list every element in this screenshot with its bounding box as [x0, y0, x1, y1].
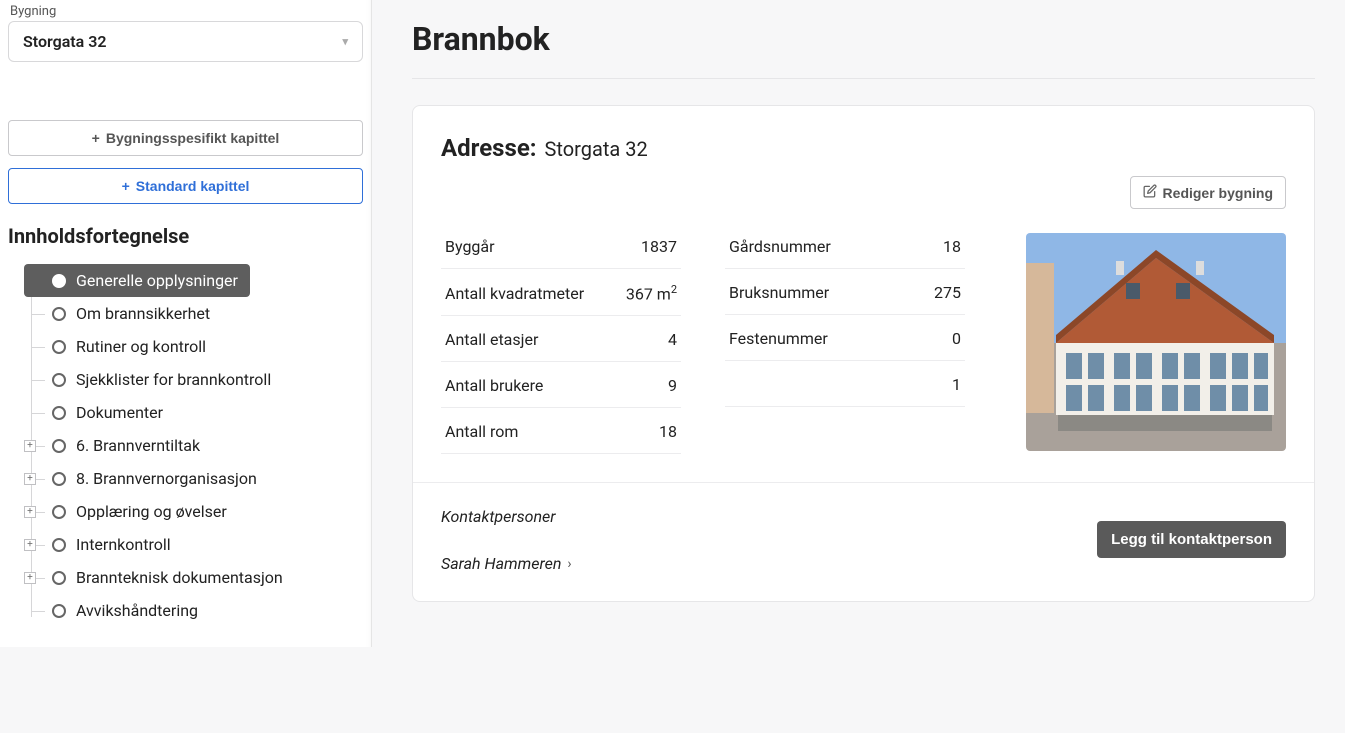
- property-value: 0: [952, 329, 961, 348]
- expand-icon[interactable]: +: [24, 506, 36, 518]
- toc-tree: Generelle opplysninger Om brannsikkerhet R…: [8, 264, 363, 627]
- property-row: Gårdsnummer 18: [725, 233, 965, 269]
- property-key: Festenummer: [729, 329, 828, 348]
- toc-item[interactable]: + Brannteknisk dokumentasjon: [24, 561, 363, 594]
- property-value: 275: [934, 283, 961, 302]
- property-key: Antall etasjer: [445, 330, 538, 349]
- toc-item-label: Dokumenter: [76, 403, 163, 422]
- property-key: Antall rom: [445, 422, 518, 441]
- property-key: Antall brukere: [445, 376, 543, 395]
- property-key: Antall kvadratmeter: [445, 284, 584, 303]
- toc-item[interactable]: Avvikshåndtering: [24, 594, 363, 627]
- toc-item-label: 8. Brannvernorganisasjon: [76, 469, 257, 488]
- property-row: Byggår 1837: [441, 233, 681, 269]
- toc-item[interactable]: Generelle opplysninger: [24, 264, 250, 297]
- contact-name: Sarah Hammeren: [441, 554, 561, 573]
- toc-item-label: Opplæring og øvelser: [76, 502, 227, 521]
- property-column-right: Gårdsnummer 18 Bruksnummer 275 Festenummer 0 1: [725, 233, 965, 454]
- status-circle-icon: [52, 472, 66, 486]
- address-row: Adresse: Storgata 32: [441, 134, 1286, 162]
- toc-item[interactable]: + Opplæring og øvelser: [24, 495, 363, 528]
- add-standard-chapter-button[interactable]: + Standard kapittel: [8, 168, 363, 204]
- toc-item-label: Internkontroll: [76, 535, 171, 554]
- property-column-left: Byggår1837Antall kvadratmeter367 m2Antal…: [441, 233, 681, 454]
- toc-item-label: Rutiner og kontroll: [76, 337, 206, 356]
- property-row: 1: [725, 361, 965, 407]
- property-row: Antall kvadratmeter 367 m2: [441, 269, 681, 316]
- edit-building-button[interactable]: Rediger bygning: [1130, 176, 1286, 209]
- property-key: Bruksnummer: [729, 283, 829, 302]
- plus-icon: +: [122, 179, 130, 193]
- expand-icon[interactable]: +: [24, 473, 36, 485]
- status-circle-icon: [52, 505, 66, 519]
- status-circle-icon: [52, 571, 66, 585]
- toc-item[interactable]: Rutiner og kontroll: [24, 330, 363, 363]
- add-contact-label: Legg til kontaktperson: [1111, 531, 1272, 548]
- add-building-chapter-label: Bygningsspesifikt kapittel: [106, 130, 279, 146]
- building-info: Byggår1837Antall kvadratmeter367 m2Antal…: [413, 233, 1314, 482]
- add-building-chapter-button[interactable]: + Bygningsspesifikt kapittel: [8, 120, 363, 156]
- divider: [412, 78, 1315, 79]
- expand-icon[interactable]: +: [24, 572, 36, 584]
- toc-item-label: Avvikshåndtering: [76, 601, 198, 620]
- toc-title: Innholdsfortegnelse: [8, 224, 363, 248]
- toc-item[interactable]: Sjekklister for brannkontroll: [24, 363, 363, 396]
- property-value: 9: [668, 376, 677, 395]
- address-label: Adresse:: [441, 134, 537, 162]
- building-select[interactable]: Storgata 32 ▾: [8, 21, 363, 62]
- toc-item-label: Generelle opplysninger: [76, 271, 238, 290]
- property-key: Gårdsnummer: [729, 237, 831, 256]
- expand-icon[interactable]: +: [24, 539, 36, 551]
- edit-building-label: Rediger bygning: [1163, 185, 1273, 201]
- toc-item[interactable]: + Internkontroll: [24, 528, 363, 561]
- status-circle-icon: [52, 307, 66, 321]
- main-content: Brannbok Adresse: Storgata 32 Rediger by…: [372, 0, 1345, 733]
- property-key: Byggår: [445, 237, 495, 256]
- plus-icon: +: [92, 131, 100, 145]
- property-row: Antall rom 18: [441, 408, 681, 454]
- contacts-section: Kontaktpersoner Sarah Hammeren› Legg til…: [413, 483, 1314, 601]
- property-value: 1: [952, 375, 961, 394]
- property-value: 18: [659, 422, 677, 441]
- chevron-right-icon: ›: [567, 556, 571, 572]
- toc-item-label: Om brannsikkerhet: [76, 304, 210, 323]
- property-value: 4: [668, 330, 677, 349]
- sidebar: Bygning Storgata 32 ▾ + Bygningsspesifik…: [0, 0, 372, 647]
- property-value: 367 m2: [626, 283, 677, 303]
- building-card: Adresse: Storgata 32 Rediger bygning Byg…: [412, 105, 1315, 602]
- property-row: Antall brukere 9: [441, 362, 681, 408]
- toc-item[interactable]: Om brannsikkerhet: [24, 297, 363, 330]
- page-title: Brannbok: [412, 20, 1315, 58]
- toc-item[interactable]: Dokumenter: [24, 396, 363, 429]
- address-value: Storgata 32: [545, 137, 648, 161]
- toc-item-label: Brannteknisk dokumentasjon: [76, 568, 283, 587]
- status-circle-icon: [52, 538, 66, 552]
- status-circle-icon: [52, 406, 66, 420]
- edit-icon: [1143, 184, 1157, 201]
- property-row: Festenummer 0: [725, 315, 965, 361]
- status-circle-icon: [52, 439, 66, 453]
- expand-icon[interactable]: +: [24, 440, 36, 452]
- property-row: Bruksnummer 275: [725, 269, 965, 315]
- property-row: Antall etasjer 4: [441, 316, 681, 362]
- toc-item[interactable]: +8. Brannvernorganisasjon: [24, 462, 363, 495]
- add-standard-chapter-label: Standard kapittel: [136, 178, 250, 194]
- status-circle-icon: [52, 373, 66, 387]
- toc-item-label: 6. Brannverntiltak: [76, 436, 200, 455]
- status-circle-icon: [52, 274, 66, 288]
- building-select-value: Storgata 32: [23, 32, 107, 51]
- toc-item-label: Sjekklister for brannkontroll: [76, 370, 271, 389]
- status-circle-icon: [52, 604, 66, 618]
- chevron-down-icon: ▾: [342, 35, 348, 48]
- building-photo: [1026, 233, 1286, 451]
- status-circle-icon: [52, 340, 66, 354]
- building-label: Bygning: [10, 4, 363, 19]
- unit-superscript: 2: [671, 283, 677, 296]
- property-value: 18: [943, 237, 961, 256]
- property-value: 1837: [641, 237, 677, 256]
- add-contact-button[interactable]: Legg til kontaktperson: [1097, 521, 1286, 558]
- toc-item[interactable]: +6. Brannverntiltak: [24, 429, 363, 462]
